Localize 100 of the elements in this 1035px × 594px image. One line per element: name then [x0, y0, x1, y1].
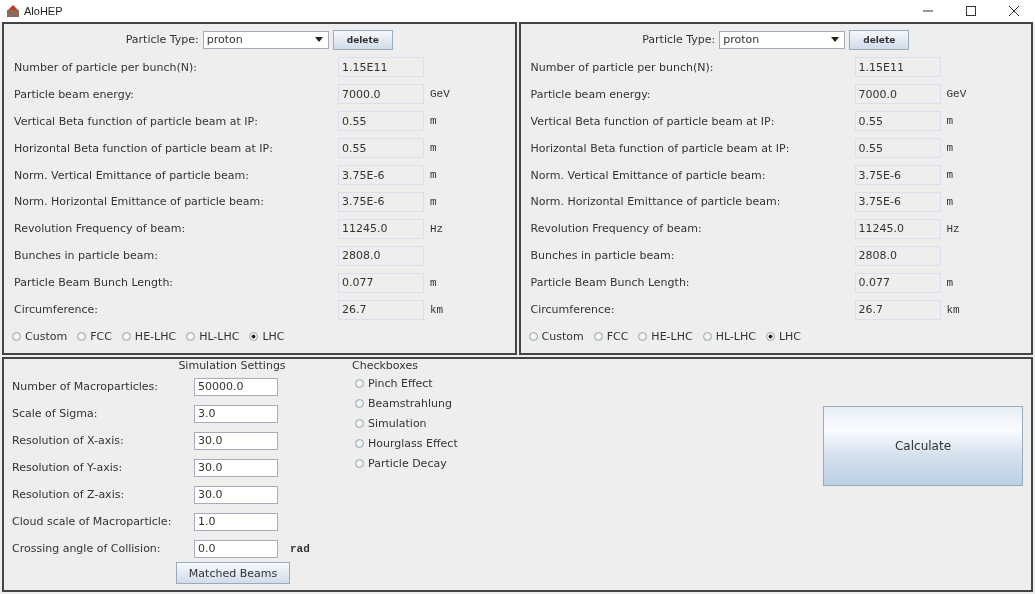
unit-label: m [430, 169, 437, 182]
unit-label: m [946, 276, 954, 289]
preset-radio[interactable]: FCC [593, 329, 629, 343]
unit-label: m [430, 142, 437, 155]
preset-radio[interactable]: HL-LHC [702, 329, 756, 343]
preset-radio[interactable]: FCC [77, 329, 112, 343]
input-field[interactable]: 1.0 [194, 512, 278, 531]
input-field[interactable]: 7000.0 [854, 84, 941, 105]
unit-label: m [430, 115, 437, 128]
input-field[interactable]: 1.15E11 [854, 57, 941, 78]
input-field[interactable]: 7000.0 [338, 84, 424, 105]
field-label: Particle Beam Bunch Length: [13, 276, 175, 290]
field-label: Norm. Horizontal Emittance of particle beam: [529, 195, 782, 209]
caret-icon [831, 37, 840, 43]
input-field[interactable]: 30.0 [194, 458, 278, 477]
preset-radio[interactable]: LHC [249, 329, 285, 343]
input-field[interactable]: 3.0 [194, 404, 278, 423]
field-label: Number of particle per bunch(N): [13, 60, 198, 74]
input-field[interactable]: 11245.0 [338, 218, 424, 239]
unit-label: km [430, 303, 444, 316]
preset-radio[interactable]: HL-LHC [186, 329, 240, 343]
window-title: AloHEP [24, 5, 63, 17]
field-label: Horizontal Beta function of particle beam at IP: [529, 141, 791, 155]
input-field[interactable]: 0.55 [854, 111, 941, 132]
unit-label: m [946, 169, 954, 182]
unit-label: m [430, 276, 437, 289]
app-icon [6, 4, 20, 18]
field-label: Bunches in particle beam: [13, 249, 159, 263]
field-label: Number of particle per bunch(N): [529, 60, 715, 74]
input-field[interactable]: 0.55 [338, 111, 424, 132]
option-radio[interactable]: Simulation [352, 413, 458, 433]
field-label: Vertical Beta function of particle beam at IP: [529, 114, 776, 128]
unit-label: km [946, 303, 960, 316]
field-label: Crossing angle of Collision: [12, 542, 162, 555]
particle-type-dropdown[interactable]: proton [719, 30, 846, 49]
field-label: Norm. Horizontal Emittance of particle beam: [13, 195, 266, 209]
preset-radio[interactable]: Custom [528, 329, 584, 343]
input-field[interactable]: 3.75E-6 [338, 165, 424, 186]
maximize-icon[interactable] [966, 6, 976, 16]
section-title: Checkboxes [352, 359, 419, 373]
field-label: Norm. Vertical Emittance of particle beam: [529, 168, 767, 182]
caret-icon [314, 37, 323, 43]
field-label: Particle Type: [642, 33, 716, 47]
field-label: Number of Macroparticles: [12, 380, 159, 393]
input-field[interactable]: 0.0 [194, 539, 278, 558]
input-field[interactable]: 11245.0 [854, 218, 941, 239]
input-field[interactable]: 2808.0 [338, 245, 424, 266]
option-radio[interactable]: Pinch Effect [352, 373, 458, 393]
matched-beams-button[interactable]: Matched Beams [176, 562, 290, 584]
field-label: Bunches in particle beam: [529, 249, 676, 263]
field-label: Resolution of X-axis: [12, 434, 125, 447]
input-field[interactable]: 0.077 [338, 272, 424, 293]
option-radio[interactable]: Particle Decay [352, 453, 458, 473]
unit-label: rad [290, 542, 310, 555]
field-label: Revolution Frequency of beam: [13, 222, 187, 236]
unit-label: m [946, 115, 954, 128]
input-field[interactable]: 3.75E-6 [338, 192, 424, 212]
calculate-button[interactable]: Calculate [823, 406, 1023, 486]
field-label: Revolution Frequency of beam: [529, 222, 703, 236]
field-label: Scale of Sigma: [12, 407, 99, 420]
close-icon[interactable] [1009, 6, 1019, 16]
input-field[interactable]: 2808.0 [854, 245, 941, 266]
particle-type-dropdown[interactable]: proton [202, 30, 329, 49]
unit-label: Hz [946, 222, 960, 235]
input-field[interactable]: 0.077 [854, 272, 941, 293]
input-field[interactable]: 26.7 [338, 299, 424, 320]
delete-button[interactable]: delete [849, 29, 910, 50]
field-label: Norm. Vertical Emittance of particle beam: [13, 168, 251, 182]
input-field[interactable]: 30.0 [194, 431, 278, 450]
preset-radio[interactable]: HE-LHC [638, 329, 693, 343]
unit-label: GeV [946, 88, 967, 101]
field-label: Particle beam energy: [13, 87, 136, 101]
input-field[interactable]: 26.7 [854, 299, 941, 320]
input-field[interactable]: 30.0 [194, 485, 278, 504]
preset-radio[interactable]: LHC [765, 329, 801, 343]
input-field[interactable]: 0.55 [338, 138, 424, 159]
unit-label: GeV [430, 88, 450, 101]
field-label: Circumference: [13, 303, 99, 317]
input-field[interactable]: 3.75E-6 [854, 192, 941, 212]
preset-radio[interactable]: HE-LHC [121, 329, 177, 343]
input-field[interactable]: 0.55 [854, 138, 941, 159]
option-radio[interactable]: Beamstrahlung [352, 393, 458, 413]
field-label: Resolution of Y-axis: [12, 461, 124, 474]
field-label: Particle beam energy: [529, 87, 652, 101]
field-label: Horizontal Beta function of particle beam at IP: [13, 141, 274, 155]
input-field[interactable]: 50000.0 [194, 377, 278, 396]
field-label: Resolution of Z-axis: [12, 488, 126, 501]
input-field[interactable]: 3.75E-6 [854, 165, 941, 186]
unit-label: Hz [430, 222, 444, 235]
input-field[interactable]: 1.15E11 [338, 57, 424, 78]
field-label: Cloud scale of Macroparticle: [12, 515, 173, 528]
field-label: Particle Beam Bunch Length: [529, 276, 691, 290]
field-label: Circumference: [529, 303, 616, 317]
unit-label: m [946, 196, 954, 208]
field-label: Vertical Beta function of particle beam at IP: [13, 114, 259, 128]
option-radio[interactable]: Hourglass Effect [352, 433, 458, 453]
unit-label: m [946, 142, 954, 155]
delete-button[interactable]: delete [332, 29, 393, 50]
preset-radio[interactable]: Custom [12, 329, 68, 343]
field-label: Particle Type: [125, 33, 199, 47]
